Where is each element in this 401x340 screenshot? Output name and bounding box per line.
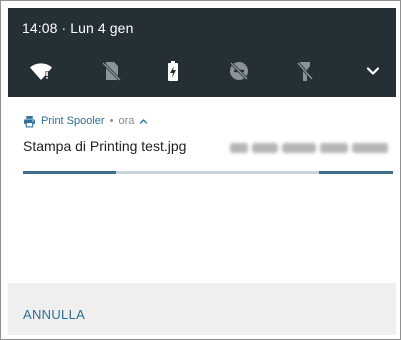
progress-segment-0 — [23, 171, 116, 174]
notification-time: ora — [118, 115, 135, 127]
notification-shade-header: 14:08 · Lun 4 gen — [8, 8, 396, 97]
cancel-button[interactable]: ANNULLA — [23, 307, 85, 322]
notification-action-bar: ANNULLA — [8, 283, 396, 335]
status-time-date: 14:08 · Lun 4 gen — [22, 20, 134, 36]
no-sim-icon[interactable] — [98, 58, 124, 84]
chevron-up-icon[interactable] — [139, 117, 148, 126]
quick-settings-row — [8, 58, 396, 88]
print-notification[interactable]: Print Spooler • ora Stampa di Printing t… — [8, 97, 396, 283]
notification-separator: • — [109, 115, 114, 127]
printer-icon — [23, 115, 36, 128]
notification-app-name: Print Spooler — [41, 115, 105, 127]
blurred-printer-name — [230, 142, 388, 154]
screenshot-frame: 14:08 · Lun 4 gen Print Spooler • ora St… — [0, 0, 401, 340]
battery-charging-icon[interactable] — [160, 58, 186, 84]
print-progress-bar — [23, 171, 393, 174]
wifi-alert-icon[interactable] — [28, 58, 54, 84]
flashlight-off-icon[interactable] — [292, 58, 318, 84]
notification-title: Stampa di Printing test.jpg — [23, 138, 187, 154]
chevron-down-icon[interactable] — [360, 58, 386, 84]
dnd-off-icon[interactable] — [226, 58, 252, 84]
progress-segment-1 — [319, 171, 393, 174]
notification-header: Print Spooler • ora — [23, 113, 148, 129]
